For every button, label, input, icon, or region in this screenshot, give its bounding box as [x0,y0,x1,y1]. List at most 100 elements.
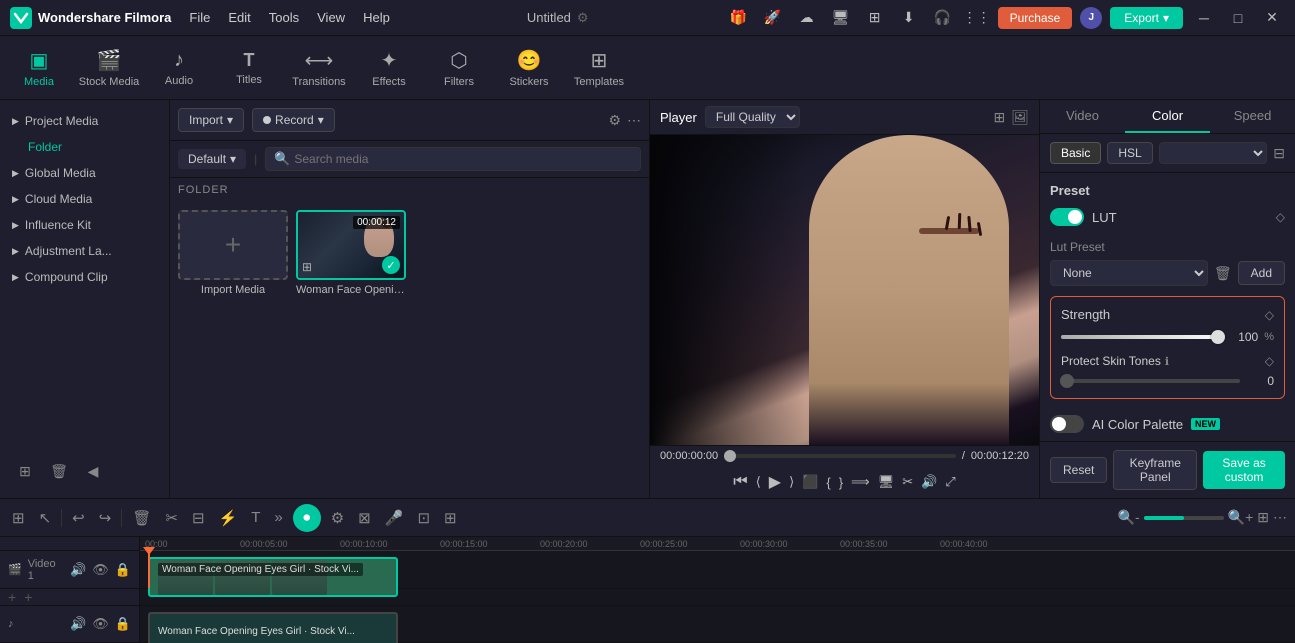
tab-video[interactable]: Video [1040,100,1125,133]
frame-back-button[interactable]: ⟨ [756,474,761,490]
track-speaker-icon[interactable]: 🔊 [70,562,86,578]
timeline-thumb[interactable] [724,450,736,462]
settings-tl-button[interactable]: ⚙ [327,507,348,529]
reset-button[interactable]: Reset [1050,457,1107,483]
grid-view-icon[interactable]: ⊞ [993,109,1005,126]
hsl-button[interactable]: HSL [1107,142,1152,164]
undo-action-button[interactable]: ↩ [68,507,89,529]
toolbar-transitions[interactable]: ⟷ Transitions [284,37,354,99]
apps-icon[interactable]: ⋮⋮ [964,5,990,31]
sidebar-item-cloud-media[interactable]: ▶ Cloud Media [0,186,169,212]
select-button[interactable]: ↖ [35,507,56,529]
player-tab[interactable]: Player [660,110,697,125]
play-button[interactable]: ▶ [769,472,781,492]
track-eye-icon[interactable]: 👁 [92,562,109,578]
grid-icon[interactable]: ⊞ [862,5,888,31]
add-track-icon[interactable]: + [8,589,16,605]
in-point-button[interactable]: { [826,475,830,490]
monitor-button[interactable]: 🖥 [878,474,895,490]
tab-color[interactable]: Color [1125,100,1210,133]
monitor-icon[interactable]: 🖥 [828,5,854,31]
menu-file[interactable]: File [189,10,210,25]
track-lock-icon[interactable]: 🔒 [115,562,131,578]
record-tl-button[interactable]: ⏺ [293,504,321,532]
view-toggle-icon[interactable]: ⊟ [1273,145,1285,162]
headphone-icon[interactable]: 🎧 [930,5,956,31]
trash-icon[interactable]: 🗑 [1214,265,1232,282]
cloud-icon[interactable]: ☁ [794,5,820,31]
avatar[interactable]: J [1080,7,1102,29]
download-icon[interactable]: ⬇ [896,5,922,31]
audio-button[interactable]: 🔊 [921,474,937,490]
video-thumb[interactable]: 00:00:12 ⊞ ✓ [296,210,406,280]
toolbar-titles[interactable]: T Titles [214,37,284,99]
sidebar-item-compound[interactable]: ▶ Compound Clip [0,264,169,290]
crop-button[interactable]: ✂ [902,474,913,490]
tab-speed[interactable]: Speed [1210,100,1295,133]
skip-back-button[interactable]: ⏮ [733,473,747,491]
detach-button[interactable]: ⊠ [354,507,375,529]
more-tl-button[interactable]: » [270,507,286,528]
sidebar-item-influence-kit[interactable]: ▶ Influence Kit [0,212,169,238]
filter-icon[interactable]: ⚙ [608,112,621,129]
add-button[interactable]: Add [1238,261,1285,285]
search-box[interactable]: 🔍 [265,147,641,171]
tl-options-icon[interactable]: ⋯ [1273,509,1287,526]
toolbar-stock-media[interactable]: 🎬 Stock Media [74,37,144,99]
extra-btn1[interactable]: ⟹ [851,474,870,490]
media-item-video1[interactable]: 00:00:12 ⊞ ✓ Woman Face Opening... [296,210,406,296]
add-folder-icon[interactable]: ⊞ [12,458,38,484]
rocket-icon[interactable]: 🚀 [760,5,786,31]
strength-slider-track[interactable] [1061,335,1224,339]
undo-button[interactable]: ⊞ [8,507,29,529]
track-audio-speaker-icon[interactable]: 🔊 [70,616,86,632]
fullscreen-button[interactable]: ⤢ [945,474,955,490]
sidebar-item-adjustment[interactable]: ▶ Adjustment La... [0,238,169,264]
ai-palette-toggle[interactable] [1050,415,1084,433]
sidebar-item-project-media[interactable]: ▶ Project Media [0,108,169,134]
move-clip-button[interactable]: ⊞ [440,507,461,529]
protect-slider-thumb[interactable] [1060,374,1074,388]
out-point-button[interactable]: } [839,475,843,490]
redo-action-button[interactable]: ↪ [95,507,116,529]
cut-button[interactable]: ✂ [161,507,182,529]
zoom-out-icon[interactable]: 🔍- [1118,509,1140,526]
image-view-icon[interactable]: 🖼 [1011,109,1029,126]
more-options-icon[interactable]: ⋯ [627,112,641,129]
frame-forward-button[interactable]: ⟩ [789,474,794,490]
video-clip[interactable]: Woman Face Opening Eyes Girl · Stock Vi.… [148,557,398,597]
menu-view[interactable]: View [317,10,345,25]
delete-tl-button[interactable]: 🗑 [128,507,155,529]
speed-button[interactable]: ⚡ [215,507,242,529]
audio-clip[interactable]: Woman Face Opening Eyes Girl · Stock Vi.… [148,612,398,643]
gift-icon[interactable]: 🎁 [726,5,752,31]
lut-toggle[interactable] [1050,208,1084,226]
menu-help[interactable]: Help [363,10,390,25]
layout-icon[interactable]: ⊞ [1257,509,1269,526]
record-button[interactable]: Record ▾ [252,108,335,132]
stop-button[interactable]: ⬛ [802,474,818,490]
purchase-button[interactable]: Purchase [998,7,1073,29]
minimize-button[interactable]: ─ [1191,5,1217,31]
import-thumb[interactable]: + [178,210,288,280]
default-button[interactable]: Default ▾ [178,149,246,169]
basic-button[interactable]: Basic [1050,142,1101,164]
text-button[interactable]: T [247,507,264,528]
mic-button[interactable]: 🎤 [381,507,408,529]
menu-edit[interactable]: Edit [228,10,250,25]
toolbar-filters[interactable]: ⬡ Filters [424,37,494,99]
delete-icon[interactable]: 🗑 [46,458,72,484]
timeline-progress[interactable] [724,454,956,458]
import-button[interactable]: Import ▾ [178,108,244,132]
lut-preset-select[interactable]: None [1050,260,1208,286]
protect-slider-track[interactable] [1061,379,1240,383]
crop-tl-button[interactable]: ⊟ [188,507,209,529]
collapse-sidebar-icon[interactable]: ◀ [80,458,106,484]
strength-slider-thumb[interactable] [1211,330,1225,344]
quality-select[interactable]: Full Quality 1/2 Quality 1/4 Quality [705,106,800,128]
export-button[interactable]: Export ▾ [1110,7,1183,29]
close-button[interactable]: ✕ [1259,5,1285,31]
toolbar-audio[interactable]: ♪ Audio [144,37,214,99]
media-item-import[interactable]: + Import Media [178,210,288,296]
add-track-icon2[interactable]: + [24,589,32,605]
